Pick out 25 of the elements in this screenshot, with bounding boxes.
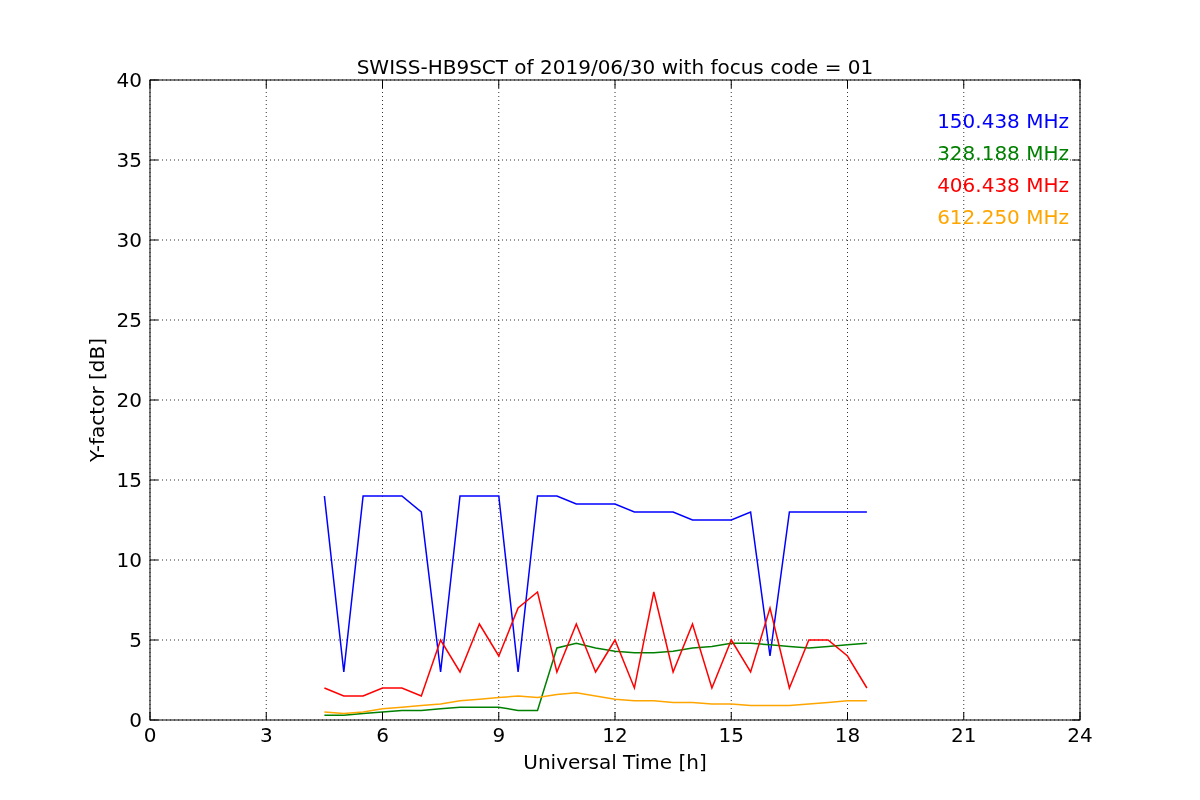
tick-label: 6 — [376, 723, 389, 747]
tick-label: 15 — [718, 723, 744, 747]
tick-label: 3 — [259, 723, 273, 747]
legend-label: 406.438 MHz — [937, 173, 1069, 197]
tick-label: 35 — [116, 148, 142, 172]
tick-label: 40 — [116, 68, 142, 92]
tick-label: 15 — [116, 468, 142, 492]
tick-label: 30 — [116, 228, 142, 252]
tick-label: 12 — [602, 723, 628, 747]
tick-label: 0 — [129, 708, 142, 732]
legend-label: 150.438 MHz — [937, 109, 1069, 133]
tick-label: 9 — [492, 723, 506, 747]
chart-title: SWISS-HB9SCT of 2019/06/30 with focus code = 01 — [356, 55, 874, 79]
tick-label: 21 — [951, 723, 977, 747]
tick-label: 5 — [129, 628, 142, 652]
legend-label: 328.188 MHz — [937, 141, 1069, 165]
legend-label: 612.250 MHz — [937, 205, 1069, 229]
axis-label: Y-factor [dB] — [85, 338, 109, 462]
tick-label: 25 — [116, 308, 142, 332]
tick-label: 24 — [1067, 723, 1093, 747]
axis-label: Universal Time [h] — [523, 750, 707, 774]
tick-label: 0 — [143, 723, 157, 747]
tick-label: 10 — [116, 548, 142, 572]
tick-label: 20 — [116, 388, 142, 412]
tick-label: 18 — [834, 723, 861, 747]
